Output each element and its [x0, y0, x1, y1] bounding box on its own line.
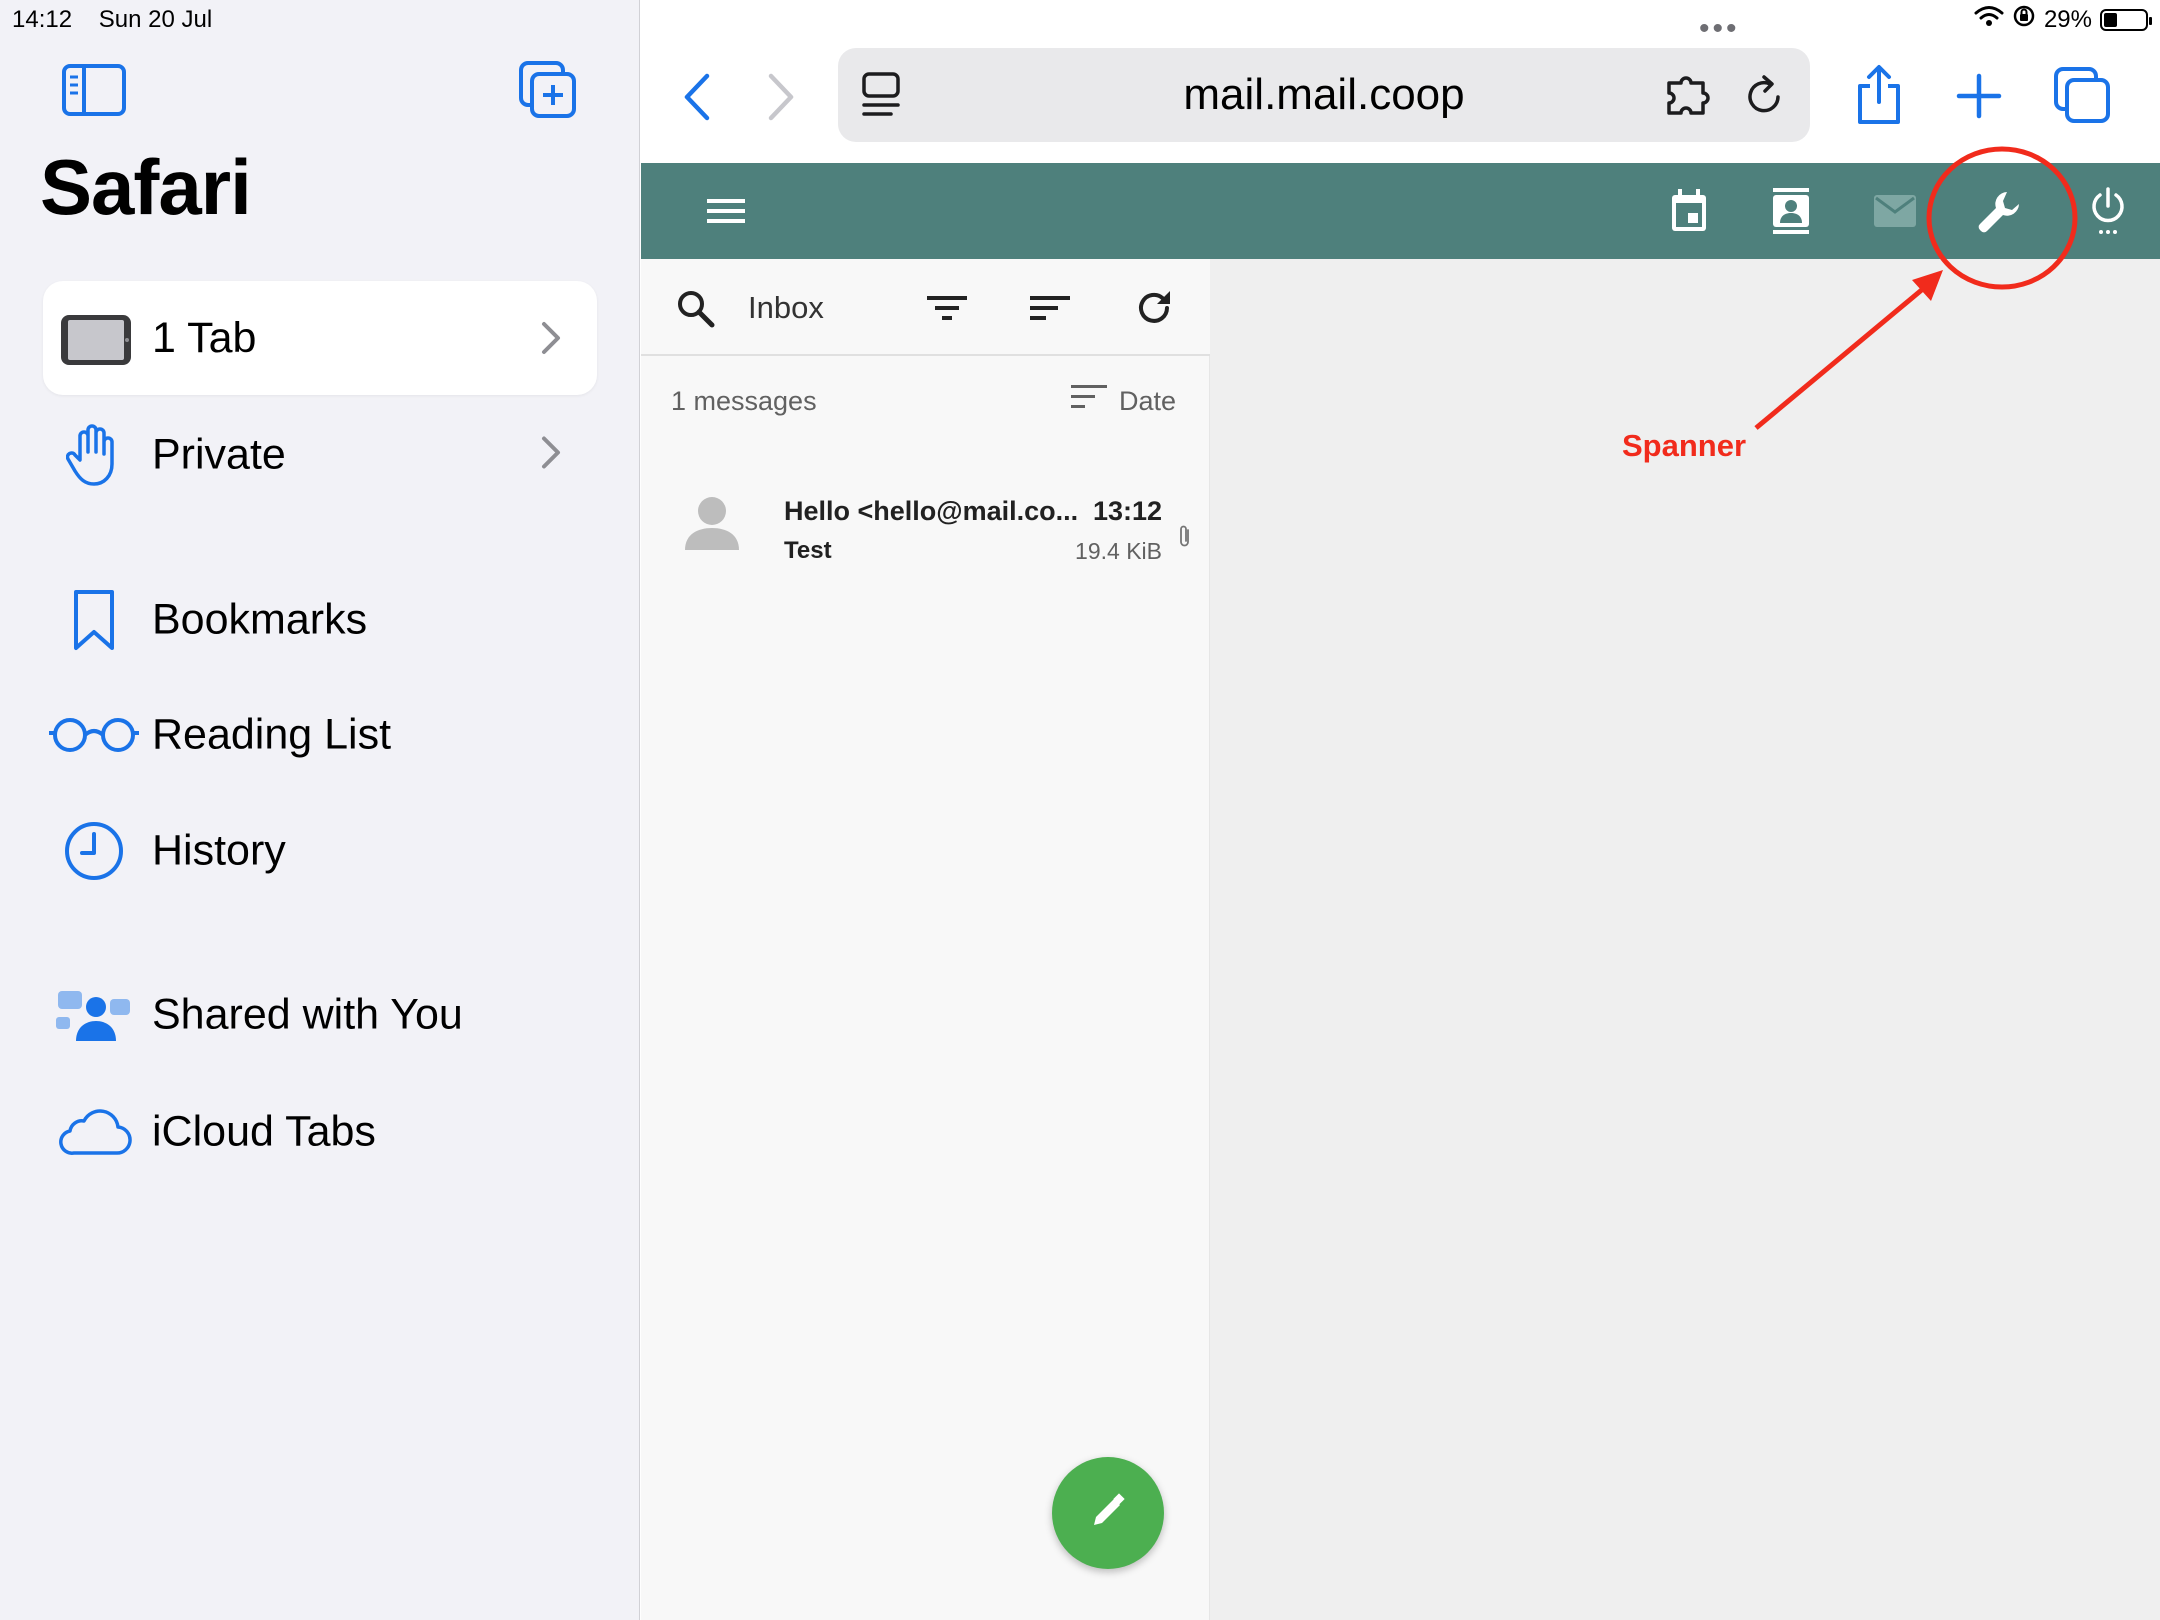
back-button[interactable] [677, 72, 717, 122]
sort-by-date[interactable]: Date [1070, 356, 1176, 446]
tab-group-label: 1 Tab [152, 314, 257, 362]
forward-button[interactable] [761, 72, 801, 122]
message-list-toolbar: Inbox [641, 259, 1210, 356]
sort-lines-icon [1070, 358, 1107, 444]
sidebar-item-label: iCloud Tabs [152, 1107, 376, 1156]
sidebar-item-label: Bookmarks [152, 595, 368, 644]
glasses-icon [46, 700, 142, 770]
address-bar[interactable]: mail.mail.coop [838, 48, 1810, 142]
new-tab-button[interactable] [1953, 70, 2005, 122]
sidebar-item-history[interactable]: History [0, 806, 640, 896]
sidebar-item-bookmarks[interactable]: Bookmarks [0, 575, 640, 665]
message-subject: Test [784, 537, 832, 564]
folder-name[interactable]: Inbox [748, 259, 824, 356]
orientation-lock-icon [2012, 4, 2036, 35]
sidebar-title: Safari [40, 143, 252, 231]
mail-icon[interactable] [1869, 163, 1921, 259]
logout-power-icon[interactable] [2083, 163, 2133, 259]
clock-icon [54, 816, 134, 886]
attachment-icon [1178, 524, 1192, 555]
message-size: 19.4 KiB [1075, 538, 1162, 564]
tab-overview-button[interactable] [2053, 66, 2111, 124]
chevron-right-icon [540, 321, 562, 360]
compose-button[interactable] [1052, 1457, 1164, 1569]
message-sender: Hello <hello@mail.co... [784, 496, 1079, 526]
reload-icon[interactable] [1742, 72, 1788, 118]
extensions-icon[interactable] [1664, 72, 1718, 118]
battery-icon [2100, 8, 2152, 31]
share-button[interactable] [1853, 64, 1905, 126]
status-time: 14:12 [12, 6, 73, 33]
ipad-icon [59, 313, 133, 372]
safari-sidebar: 14:12 Sun 20 Jul Safari 1 Tab Private Bo… [0, 0, 640, 1620]
filter-icon[interactable] [923, 259, 971, 356]
multitasking-dots-icon[interactable]: ••• [1699, 12, 1740, 46]
hamburger-menu-icon[interactable] [701, 163, 751, 259]
sort-icon[interactable] [1026, 259, 1074, 356]
tab-group-1-tab[interactable]: 1 Tab [43, 281, 597, 395]
new-tab-group-icon[interactable] [518, 60, 578, 125]
search-icon[interactable] [671, 259, 719, 356]
message-time: 13:12 [1092, 496, 1162, 526]
status-bar-right: 29% [1974, 4, 2152, 35]
chevron-right-icon [540, 436, 562, 475]
pencil-icon [1088, 1491, 1128, 1536]
message-list-meta: 1 messages Date [641, 356, 1210, 446]
hand-icon [54, 420, 134, 490]
cloud-icon [54, 1097, 134, 1167]
sidebar-item-label: Reading List [152, 710, 392, 759]
sidebar-item-private[interactable]: Private [0, 410, 640, 500]
annotation-label: Spanner [1622, 428, 1747, 463]
sidebar-item-label: Private [152, 430, 286, 479]
message-list-pane: Inbox 1 messages Date Hello <hello@mail.… [641, 259, 1210, 1620]
bookmark-icon [54, 585, 134, 655]
shared-people-icon [54, 980, 134, 1050]
browser-toolbar: ••• 29% mail.mail.coop [641, 0, 2160, 162]
wifi-icon [1974, 5, 2004, 34]
battery-percent: 29% [2043, 5, 2092, 33]
sidebar-toggle-icon[interactable] [62, 64, 126, 121]
sidebar-item-icloud-tabs[interactable]: iCloud Tabs [0, 1087, 640, 1177]
refresh-icon[interactable] [1129, 259, 1179, 356]
sidebar-item-shared-with-you[interactable]: Shared with You [0, 970, 640, 1060]
sender-avatar-icon [683, 494, 741, 557]
calendar-icon[interactable] [1663, 163, 1715, 259]
sidebar-item-label: History [152, 826, 286, 875]
status-date: Sun 20 Jul [98, 6, 213, 33]
message-row[interactable]: Hello <hello@mail.co... Test 13:12 19.4 … [641, 474, 1210, 584]
contacts-icon[interactable] [1765, 163, 1817, 259]
sidebar-item-reading-list[interactable]: Reading List [0, 690, 640, 780]
sidebar-item-label: Shared with You [152, 990, 463, 1039]
status-bar-left: 14:12 Sun 20 Jul [12, 6, 212, 34]
settings-wrench-icon[interactable] [1973, 163, 2027, 259]
mail-app-header [641, 163, 2160, 259]
sort-label: Date [1118, 386, 1176, 416]
message-count: 1 messages [671, 386, 817, 416]
